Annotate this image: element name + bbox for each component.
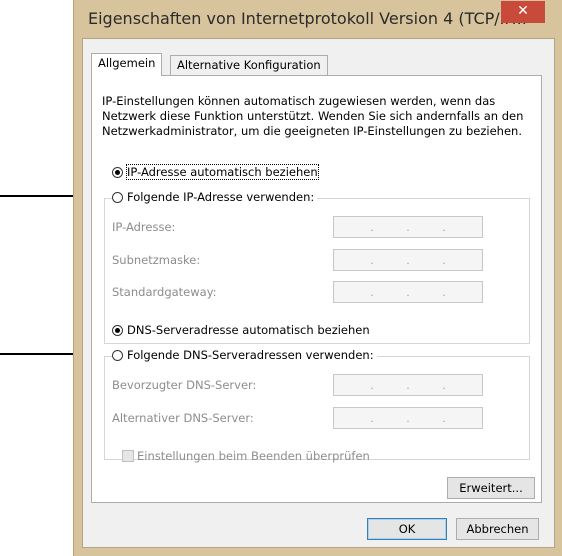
preferred-dns-label: Bevorzugter DNS-Server:: [112, 378, 257, 392]
intro-text: IP-Einstellungen können automatisch zuge…: [102, 94, 524, 138]
alternate-dns-input[interactable]: ...: [333, 407, 483, 429]
subnet-mask-label: Subnetzmaske:: [112, 253, 201, 267]
ip-address-input[interactable]: ...: [333, 216, 483, 238]
dns-manual-radio[interactable]: Folgende DNS-Serveradressen verwenden:: [112, 348, 377, 362]
dns-manual-label: Folgende DNS-Serveradressen verwenden:: [127, 348, 374, 362]
default-gateway-input[interactable]: ...: [333, 281, 483, 303]
tab-allgemein[interactable]: Allgemein: [91, 53, 163, 76]
dialog-window: Eigenschaften von Internetprotokoll Vers…: [73, 0, 562, 556]
radio-checked-icon: [112, 166, 123, 178]
checkbox-icon: [122, 450, 134, 462]
ip-manual-label: Folgende IP-Adresse verwenden:: [127, 190, 315, 204]
tab-alternative-konfiguration[interactable]: Alternative Konfiguration: [170, 55, 328, 75]
ip-auto-radio[interactable]: IP-Adresse automatisch beziehen: [112, 164, 321, 180]
tab-panel-general: IP-Einstellungen können automatisch zuge…: [91, 75, 542, 503]
validate-on-exit-checkbox[interactable]: Einstellungen beim Beenden überprüfen: [122, 449, 370, 463]
close-button[interactable]: ✕: [501, 1, 545, 23]
ok-button[interactable]: OK: [367, 518, 447, 540]
alternate-dns-label: Alternativer DNS-Server:: [112, 411, 254, 425]
default-gateway-label: Standardgateway:: [112, 285, 217, 299]
dialog-client-area: Allgemein Alternative Konfiguration IP-E…: [82, 38, 555, 548]
ip-address-label: IP-Adresse:: [112, 220, 176, 234]
radio-unchecked-icon: [112, 349, 123, 361]
subnet-mask-input[interactable]: ...: [333, 249, 483, 271]
dns-auto-radio[interactable]: DNS-Serveradresse automatisch beziehen: [112, 323, 373, 337]
advanced-button[interactable]: Erweitert...: [447, 477, 535, 499]
preferred-dns-input[interactable]: ...: [333, 374, 483, 396]
title-bar[interactable]: Eigenschaften von Internetprotokoll Vers…: [74, 0, 562, 38]
cancel-button[interactable]: Abbrechen: [456, 518, 539, 540]
close-icon: ✕: [517, 3, 529, 19]
window-title: Eigenschaften von Internetprotokoll Vers…: [88, 9, 527, 28]
dns-auto-label: DNS-Serveradresse automatisch beziehen: [127, 323, 370, 337]
validate-on-exit-label: Einstellungen beim Beenden überprüfen: [137, 449, 370, 463]
radio-checked-icon: [112, 324, 123, 336]
ip-auto-label: IP-Adresse automatisch beziehen: [126, 164, 319, 180]
ip-manual-radio[interactable]: Folgende IP-Adresse verwenden:: [112, 190, 318, 204]
radio-unchecked-icon: [112, 191, 123, 203]
